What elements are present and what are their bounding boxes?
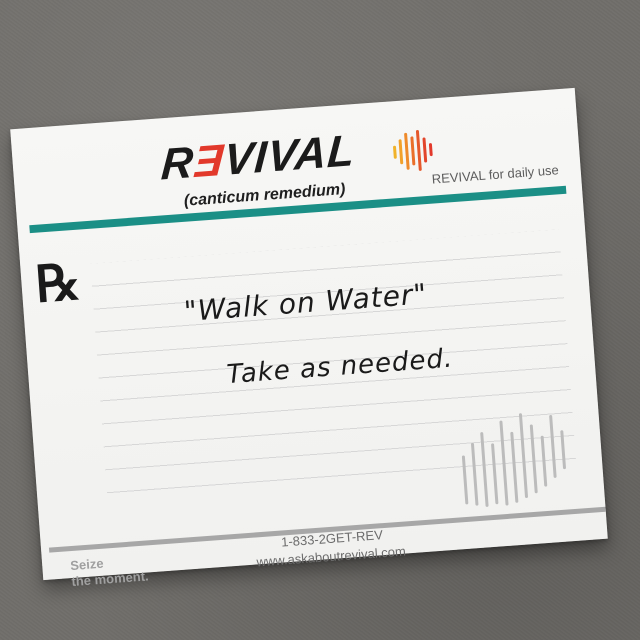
logo-letter-e: Ǝ xyxy=(192,135,226,188)
sound-wave-logo-icon xyxy=(393,130,433,171)
sound-wave-watermark-icon xyxy=(461,413,566,507)
logo-letter-r: R xyxy=(159,137,196,190)
prescription-card: RƎVIVAL (canticum remedium) REVIVAL for … xyxy=(10,87,608,589)
logo-letters-vival: VIVAL xyxy=(222,125,357,185)
rx-symbol: ℞ xyxy=(33,253,83,313)
counter-surface: RƎVIVAL (canticum remedium) REVIVAL for … xyxy=(0,0,640,640)
revival-logo: RƎVIVAL xyxy=(160,126,357,191)
slogan: Seize the moment. xyxy=(70,552,149,590)
website-url: www.askaboutrevival.com xyxy=(256,543,407,570)
daily-use-label: REVIVAL for daily use xyxy=(431,162,560,187)
